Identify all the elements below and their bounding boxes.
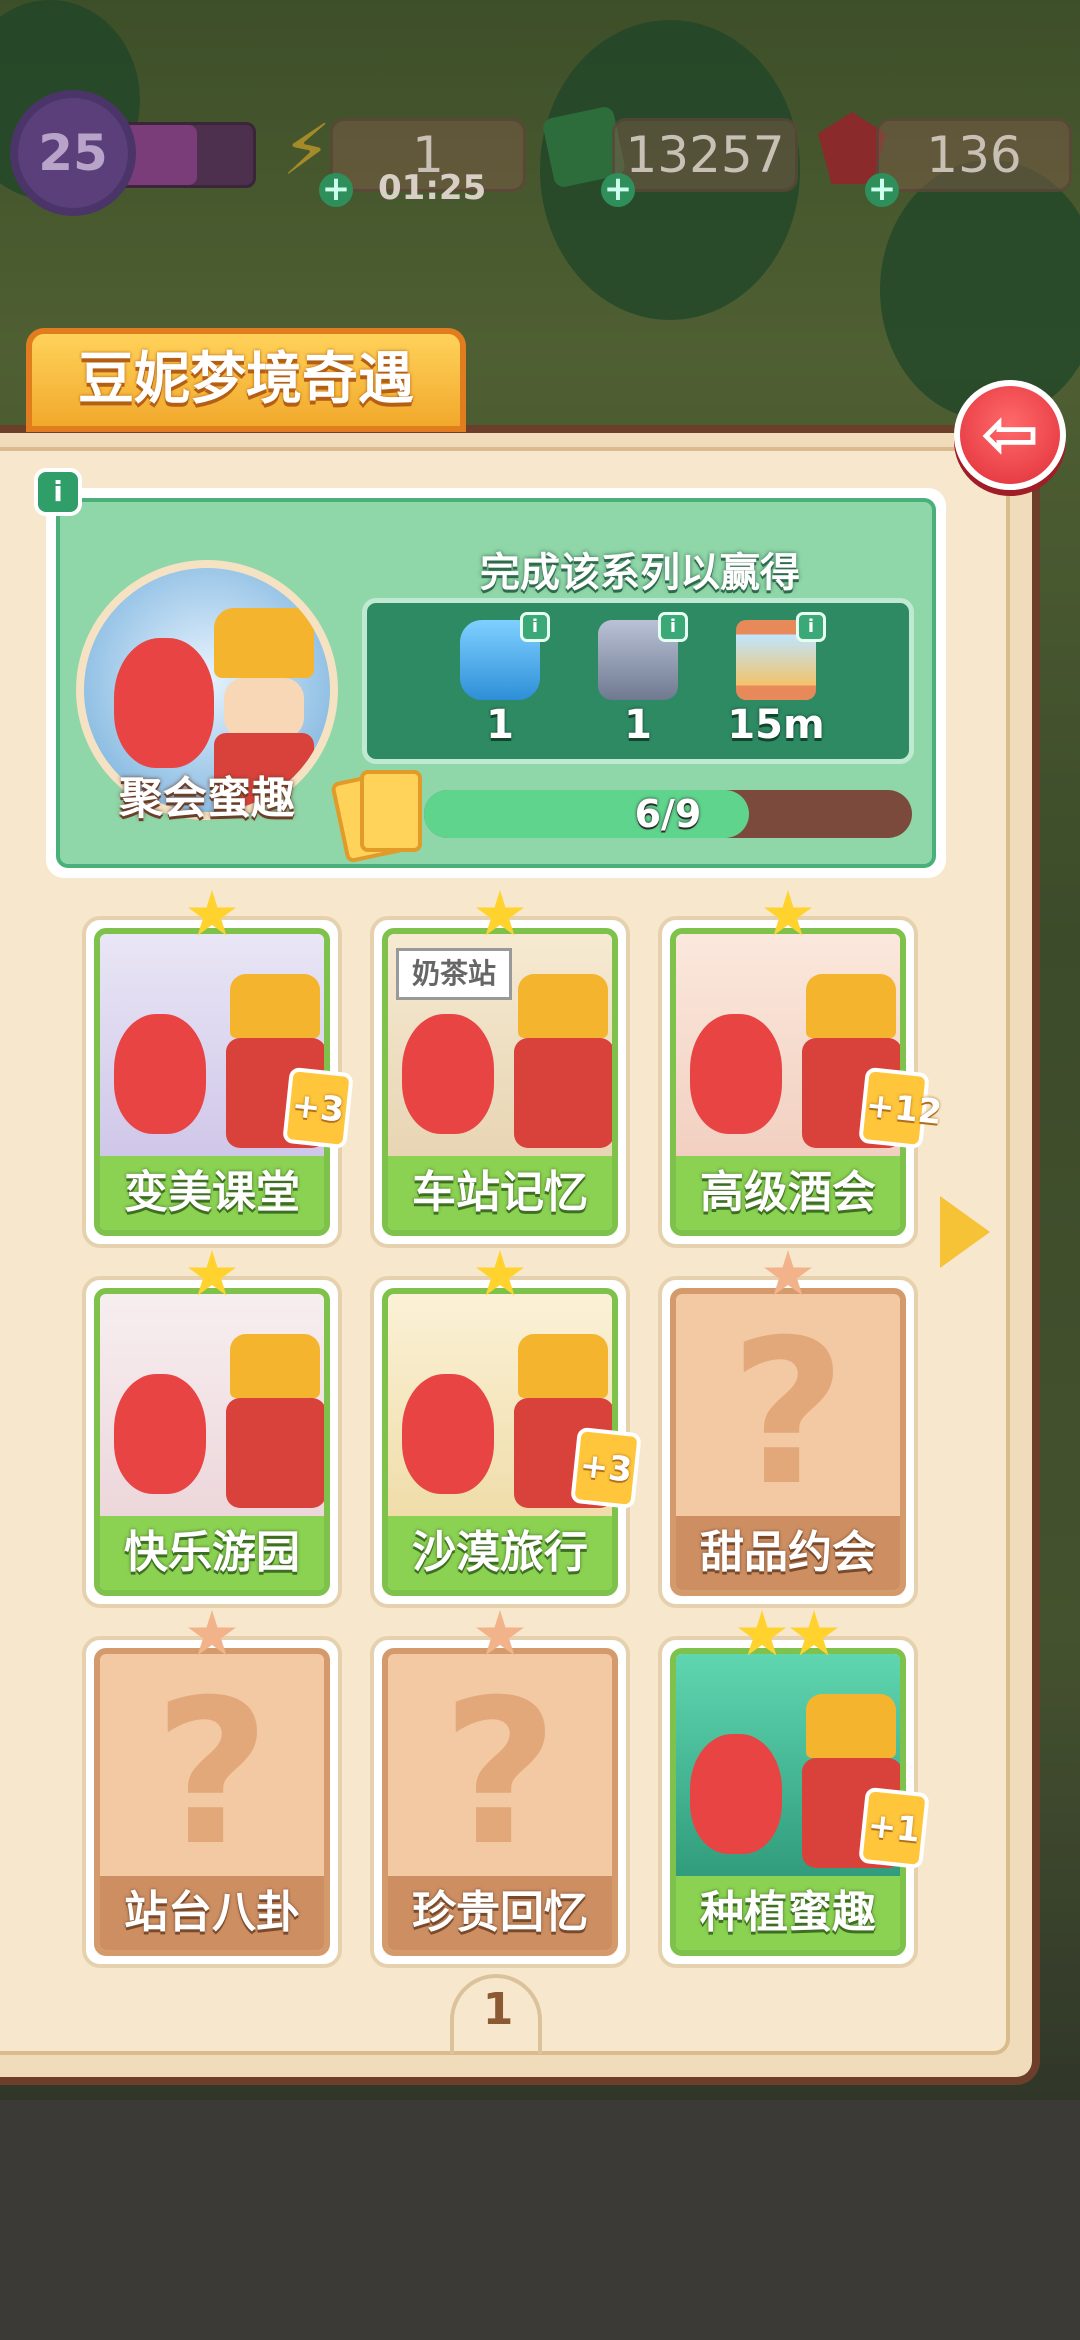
cash-counter[interactable]: 13257 + bbox=[601, 118, 798, 207]
duplicate-count-badge: +3 bbox=[282, 1066, 354, 1150]
collection-card[interactable]: 快乐游园 bbox=[82, 1276, 342, 1608]
locked-card[interactable]: ? 站台八卦 bbox=[82, 1636, 342, 1968]
reward-energy[interactable]: i 1 bbox=[440, 612, 560, 752]
info-icon[interactable]: i bbox=[34, 468, 82, 516]
locked-card[interactable]: ? 珍贵回忆 bbox=[370, 1636, 630, 1968]
reward-cash-safe[interactable]: i 1 bbox=[578, 612, 698, 752]
card-frame: ? 站台八卦 bbox=[94, 1648, 330, 1956]
level-progress-bar bbox=[110, 122, 256, 188]
reward-qty: 15m bbox=[727, 702, 825, 748]
reward-info-icon[interactable]: i bbox=[658, 612, 688, 642]
reward-qty: 1 bbox=[486, 702, 514, 748]
question-mark-icon: ? bbox=[441, 1657, 558, 1890]
collection-progress-bar: 6/9 bbox=[424, 790, 912, 838]
card-name: 种植蜜趣 bbox=[676, 1876, 900, 1950]
gem-value: 136 bbox=[926, 126, 1022, 184]
back-button[interactable]: ⇦ bbox=[954, 380, 1066, 490]
card-frame: 快乐游园 bbox=[94, 1288, 330, 1596]
reward-info-icon[interactable]: i bbox=[796, 612, 826, 642]
card-art bbox=[100, 1294, 324, 1524]
collection-card[interactable]: 变美课堂 +3 bbox=[82, 916, 354, 1248]
gem-counter[interactable]: 136 + bbox=[865, 118, 1072, 207]
rewards-title: 完成该系列以赢得 bbox=[480, 550, 800, 596]
card-name: 变美课堂 bbox=[100, 1156, 324, 1230]
card-placeholder: ? bbox=[100, 1654, 324, 1884]
card-name: 高级酒会 bbox=[676, 1156, 900, 1230]
question-mark-icon: ? bbox=[729, 1297, 846, 1530]
card-placeholder: ? bbox=[676, 1294, 900, 1524]
collection-name: 聚会蜜趣 bbox=[119, 773, 295, 824]
locked-card[interactable]: ? 甜品约会 bbox=[658, 1276, 918, 1608]
level-badge[interactable]: 25 bbox=[18, 98, 128, 208]
card-name: 沙漠旅行 bbox=[388, 1516, 612, 1590]
reward-hourglass[interactable]: i 15m bbox=[716, 612, 836, 752]
duplicate-count-badge: +3 bbox=[570, 1426, 642, 1510]
card-frame: 奶茶站车站记忆 bbox=[382, 928, 618, 1236]
album-title: 豆妮梦境奇遇 bbox=[78, 347, 414, 412]
card-name: 珍贵回忆 bbox=[388, 1876, 612, 1950]
add-energy-button[interactable]: + bbox=[319, 172, 353, 207]
card-name: 快乐游园 bbox=[100, 1516, 324, 1590]
collection-progress-text: 6/9 bbox=[634, 792, 702, 836]
reward-info-icon[interactable]: i bbox=[520, 612, 550, 642]
duplicate-count-badge: +1 bbox=[858, 1786, 930, 1870]
collection-card[interactable]: 奶茶站车站记忆 bbox=[370, 916, 630, 1248]
collection-card[interactable]: 高级酒会 +12 bbox=[658, 916, 944, 1248]
collection-card[interactable]: 种植蜜趣 +1 bbox=[658, 1636, 930, 1968]
next-page-arrow[interactable] bbox=[940, 1196, 990, 1268]
card-sign: 奶茶站 bbox=[396, 948, 512, 1000]
reward-qty: 1 bbox=[624, 702, 652, 748]
duplicate-count-badge: +12 bbox=[858, 1066, 944, 1150]
page-number: 1 bbox=[482, 1984, 514, 2035]
energy-timer: 01:25 bbox=[378, 168, 487, 208]
card-name: 车站记忆 bbox=[388, 1156, 612, 1230]
card-frame: ? 珍贵回忆 bbox=[382, 1648, 618, 1956]
album-title-tab: 豆妮梦境奇遇 bbox=[26, 328, 466, 432]
question-mark-icon: ? bbox=[153, 1657, 270, 1890]
cards-icon bbox=[330, 770, 428, 864]
card-name: 站台八卦 bbox=[100, 1876, 324, 1950]
card-placeholder: ? bbox=[388, 1654, 612, 1884]
card-frame: ? 甜品约会 bbox=[670, 1288, 906, 1596]
card-name: 甜品约会 bbox=[676, 1516, 900, 1590]
collection-card[interactable]: 沙漠旅行 +3 bbox=[370, 1276, 642, 1608]
add-gems-button[interactable]: + bbox=[865, 172, 899, 207]
add-cash-button[interactable]: + bbox=[601, 172, 635, 207]
card-art: 奶茶站 bbox=[388, 934, 612, 1164]
cash-value: 13257 bbox=[625, 126, 785, 184]
